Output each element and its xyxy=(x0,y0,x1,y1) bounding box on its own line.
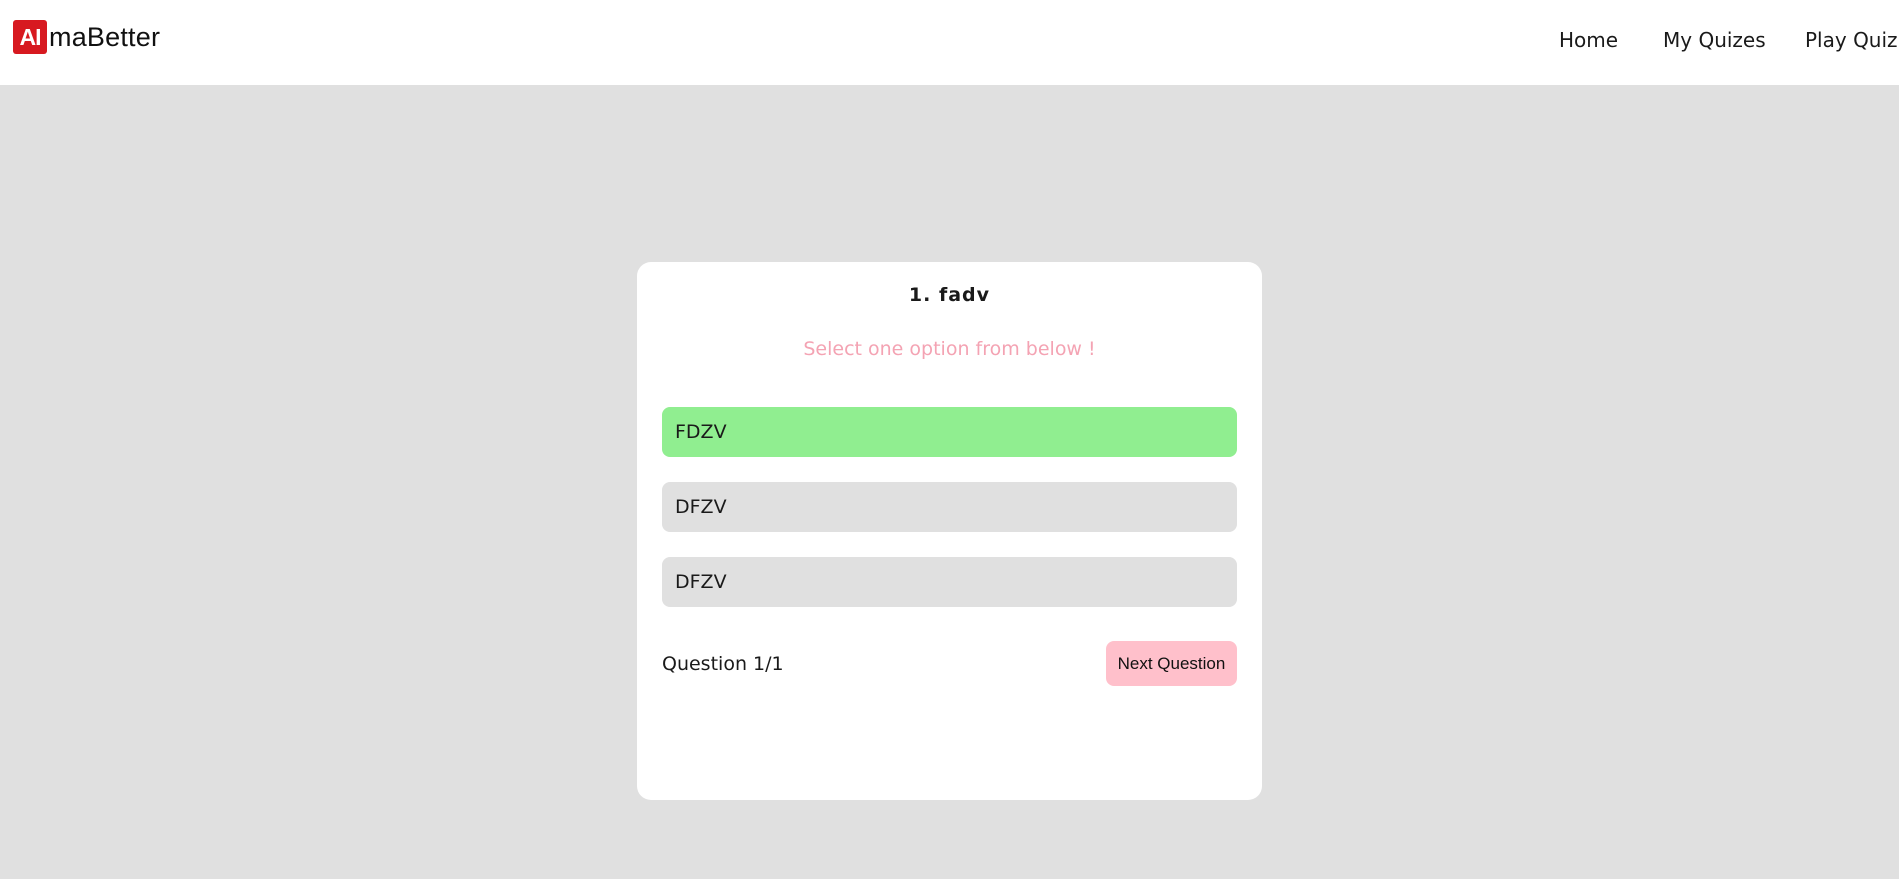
instruction-text: Select one option from below ! xyxy=(803,338,1096,360)
navbar: AI maBetter Home My Quizes Play Quiz xyxy=(0,0,1899,85)
quiz-card: 1. fadv Select one option from below ! F… xyxy=(637,262,1262,800)
answer-option-3[interactable]: DFZV xyxy=(662,557,1237,607)
logo-text: maBetter xyxy=(49,21,161,52)
brand-logo[interactable]: AI maBetter xyxy=(13,20,160,54)
logo-badge: AI xyxy=(13,20,47,54)
nav-my-quizes-link[interactable]: My Quizes xyxy=(1663,28,1766,52)
answer-option-1[interactable]: FDZV xyxy=(662,407,1237,457)
question-counter: Question 1/1 xyxy=(662,653,784,675)
next-question-button[interactable]: Next Question xyxy=(1106,641,1237,686)
answer-option-2[interactable]: DFZV xyxy=(662,482,1237,532)
nav-home-link[interactable]: Home xyxy=(1559,28,1618,52)
nav-play-quiz-link[interactable]: Play Quiz xyxy=(1805,28,1898,52)
question-title: 1. fadv xyxy=(908,284,991,306)
